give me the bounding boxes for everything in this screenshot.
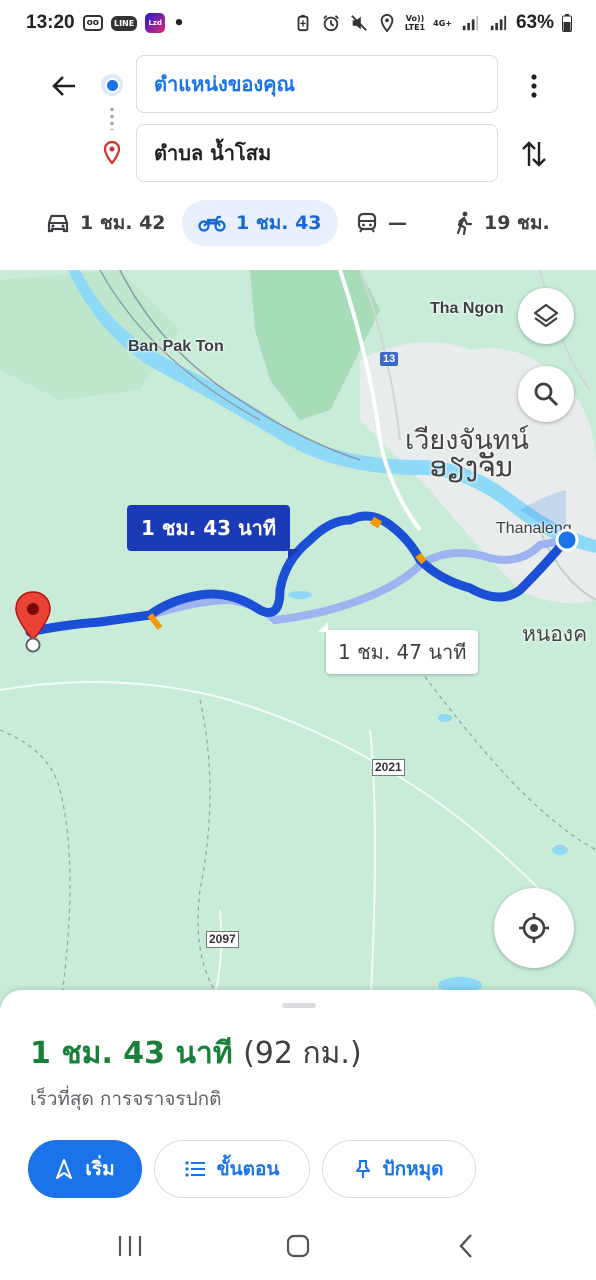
steps-button-label: ขั้นตอน xyxy=(216,1158,280,1180)
motorbike-icon xyxy=(198,215,226,232)
signal-icon-2 xyxy=(490,15,507,31)
map-view[interactable]: Tha Ngon Ban Pak Ton เวียงจันทน์ ອຽງຈັນ … xyxy=(0,270,596,1010)
chevron-left-icon xyxy=(459,1234,472,1258)
destination-pin-icon xyxy=(103,140,121,165)
layers-button[interactable] xyxy=(518,288,574,344)
navigation-icon xyxy=(56,1159,73,1179)
route-2021-shield: 2021 xyxy=(372,759,405,776)
route-2097-shield: 2097 xyxy=(206,931,239,948)
battery-saver-icon xyxy=(297,14,309,32)
primary-route-label[interactable]: 1 ชม. 43 นาที xyxy=(127,505,291,551)
transit-icon xyxy=(357,212,377,233)
home-button[interactable] xyxy=(278,1231,318,1261)
swap-button[interactable] xyxy=(512,132,556,176)
battery-percent: 63% xyxy=(515,12,554,33)
start-button[interactable]: เริ่ม xyxy=(28,1140,142,1198)
place-ban-pak-ton: Ban Pak Ton xyxy=(128,338,224,355)
my-location-icon xyxy=(519,913,549,943)
travel-modes: 1 ชม. 42 1 ชม. 43 — 19 ชม. xyxy=(0,200,596,248)
mode-transit[interactable]: — xyxy=(356,200,407,246)
signal-icon-1 xyxy=(462,15,479,31)
alarm-icon xyxy=(323,15,339,32)
search-icon xyxy=(534,382,559,407)
steps-button[interactable]: ขั้นตอน xyxy=(154,1140,310,1198)
mute-icon xyxy=(351,15,367,31)
route-connector-dots xyxy=(110,106,114,130)
mode-car-time: 1 ชม. 42 xyxy=(80,212,166,234)
origin-marker-icon xyxy=(101,74,123,96)
pushpin-icon xyxy=(355,1160,370,1178)
recent-apps-icon xyxy=(118,1236,142,1256)
search-map-button[interactable] xyxy=(518,366,574,422)
recent-apps-button[interactable] xyxy=(110,1231,150,1261)
mode-walk[interactable]: 19 ชม. xyxy=(454,200,550,246)
mode-motorbike-time: 1 ชม. 43 xyxy=(236,212,322,234)
place-tha-ngon: Tha Ngon xyxy=(430,300,504,317)
pin-button[interactable]: ปักหมุด xyxy=(322,1140,476,1198)
mode-transit-time: — xyxy=(388,212,407,234)
battery-icon xyxy=(562,14,572,32)
layers-icon xyxy=(533,303,559,328)
more-vert-icon xyxy=(531,74,537,98)
home-icon xyxy=(286,1234,310,1258)
destination-field[interactable]: ตำบล น้ำโสม xyxy=(136,124,498,182)
mode-car[interactable]: 1 ชม. 42 xyxy=(46,200,166,246)
sheet-drag-handle[interactable] xyxy=(282,1003,316,1008)
route-summary: 1 ชม. 43 นาที (92 กม.) xyxy=(30,1030,362,1077)
pin-button-label: ปักหมุด xyxy=(382,1158,444,1180)
directions-header: ตำแหน่งของคุณ ตำบล น้ำโสม 1 ชม. 42 1 ชม.… xyxy=(0,46,596,270)
alternative-route-label[interactable]: 1 ชม. 47 นาที xyxy=(326,630,479,674)
car-icon xyxy=(47,214,69,233)
back-nav-button[interactable] xyxy=(446,1231,486,1261)
more-options-button[interactable] xyxy=(514,66,554,106)
location-status-icon xyxy=(380,14,394,32)
network-type: 4G+ xyxy=(433,18,452,28)
arrow-back-icon xyxy=(52,76,75,96)
destination-marker-icon xyxy=(15,591,51,653)
line-app-icon: LINE xyxy=(110,15,138,31)
glasses-icon: oo xyxy=(82,15,103,31)
volte-indicator: Vo)) LTE1 xyxy=(404,14,426,32)
back-button[interactable] xyxy=(44,66,84,106)
notification-dot: • xyxy=(173,12,185,34)
place-nong-khai: หนองค xyxy=(522,623,588,646)
route-13-shield: 13 xyxy=(380,352,399,366)
route-actions: เริ่ม ขั้นตอน ปักหมุด xyxy=(28,1140,476,1198)
route-subtitle: เร็วที่สุด การจราจรปกติ xyxy=(30,1088,222,1110)
origin-field[interactable]: ตำแหน่งของคุณ xyxy=(136,55,498,113)
status-bar: 13:20 oo LINE Lzd • Vo)) LTE1 4G+ 63% xyxy=(0,0,596,46)
walk-icon xyxy=(456,211,473,235)
route-distance: (92 กม.) xyxy=(243,1036,362,1071)
current-location-marker-icon xyxy=(555,528,579,552)
my-location-button[interactable] xyxy=(494,888,574,968)
start-button-label: เริ่ม xyxy=(85,1158,115,1180)
mode-walk-time: 19 ชม. xyxy=(484,212,550,234)
lazada-app-icon: Lzd xyxy=(145,13,166,33)
route-duration: 1 ชม. 43 นาที xyxy=(30,1036,233,1071)
swap-vert-icon xyxy=(522,141,546,167)
place-vientiane-lao: ອຽງຈັນ xyxy=(430,452,513,482)
status-time: 13:20 xyxy=(26,12,75,33)
system-nav-bar xyxy=(0,1215,596,1280)
list-icon xyxy=(185,1161,205,1177)
mode-motorbike[interactable]: 1 ชม. 43 xyxy=(182,200,338,246)
